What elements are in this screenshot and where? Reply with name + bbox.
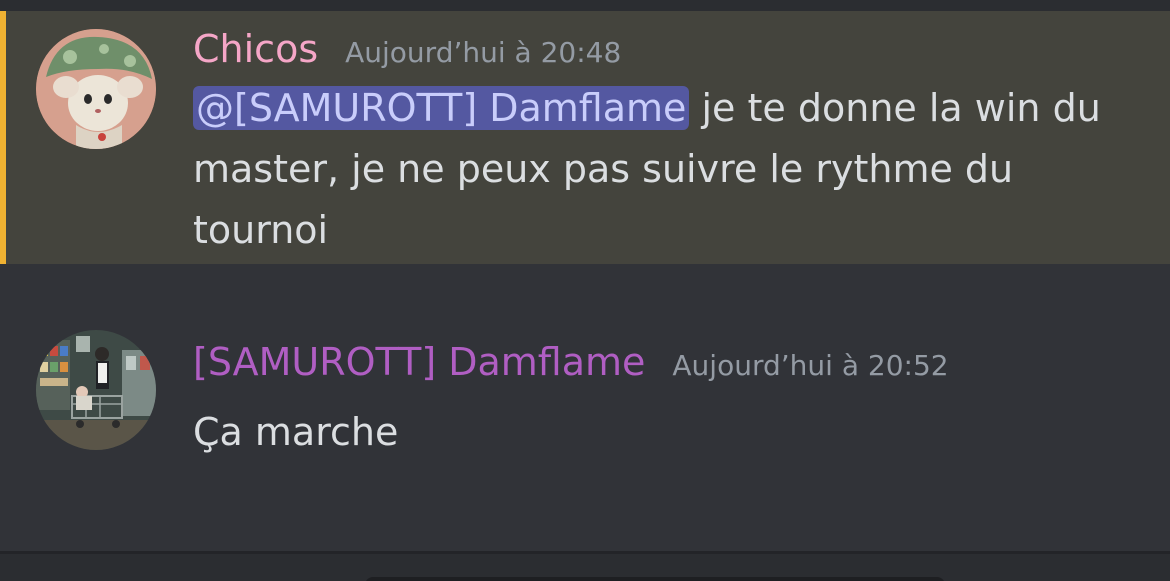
chat-view: Chicos Aujourd’hui à 20:48 @[SAMUROTT] D… — [0, 0, 1170, 581]
timestamp[interactable]: Aujourd’hui à 20:52 — [672, 349, 948, 382]
user-mention[interactable]: @[SAMUROTT] Damflame — [193, 86, 690, 130]
shopping-scene-avatar-icon — [36, 330, 156, 450]
previous-message-edge — [0, 0, 1170, 11]
message-input[interactable] — [365, 577, 945, 581]
message-header: [SAMUROTT] Damflame Aujourd’hui à 20:52 — [193, 339, 949, 385]
message-content: Ça marche — [193, 402, 1143, 463]
avatar[interactable] — [36, 330, 156, 450]
avatar[interactable] — [36, 29, 156, 149]
message-header: Chicos Aujourd’hui à 20:48 — [193, 26, 621, 72]
mention-highlight-bar — [0, 11, 6, 264]
message-content: @[SAMUROTT] Damflame je te donne la win … — [193, 78, 1143, 261]
mouse-mushroom-avatar-icon — [36, 29, 156, 149]
username[interactable]: Chicos — [193, 26, 318, 72]
message-text: Ça marche — [193, 410, 399, 454]
username[interactable]: [SAMUROTT] Damflame — [193, 339, 645, 385]
timestamp[interactable]: Aujourd’hui à 20:48 — [345, 36, 621, 69]
